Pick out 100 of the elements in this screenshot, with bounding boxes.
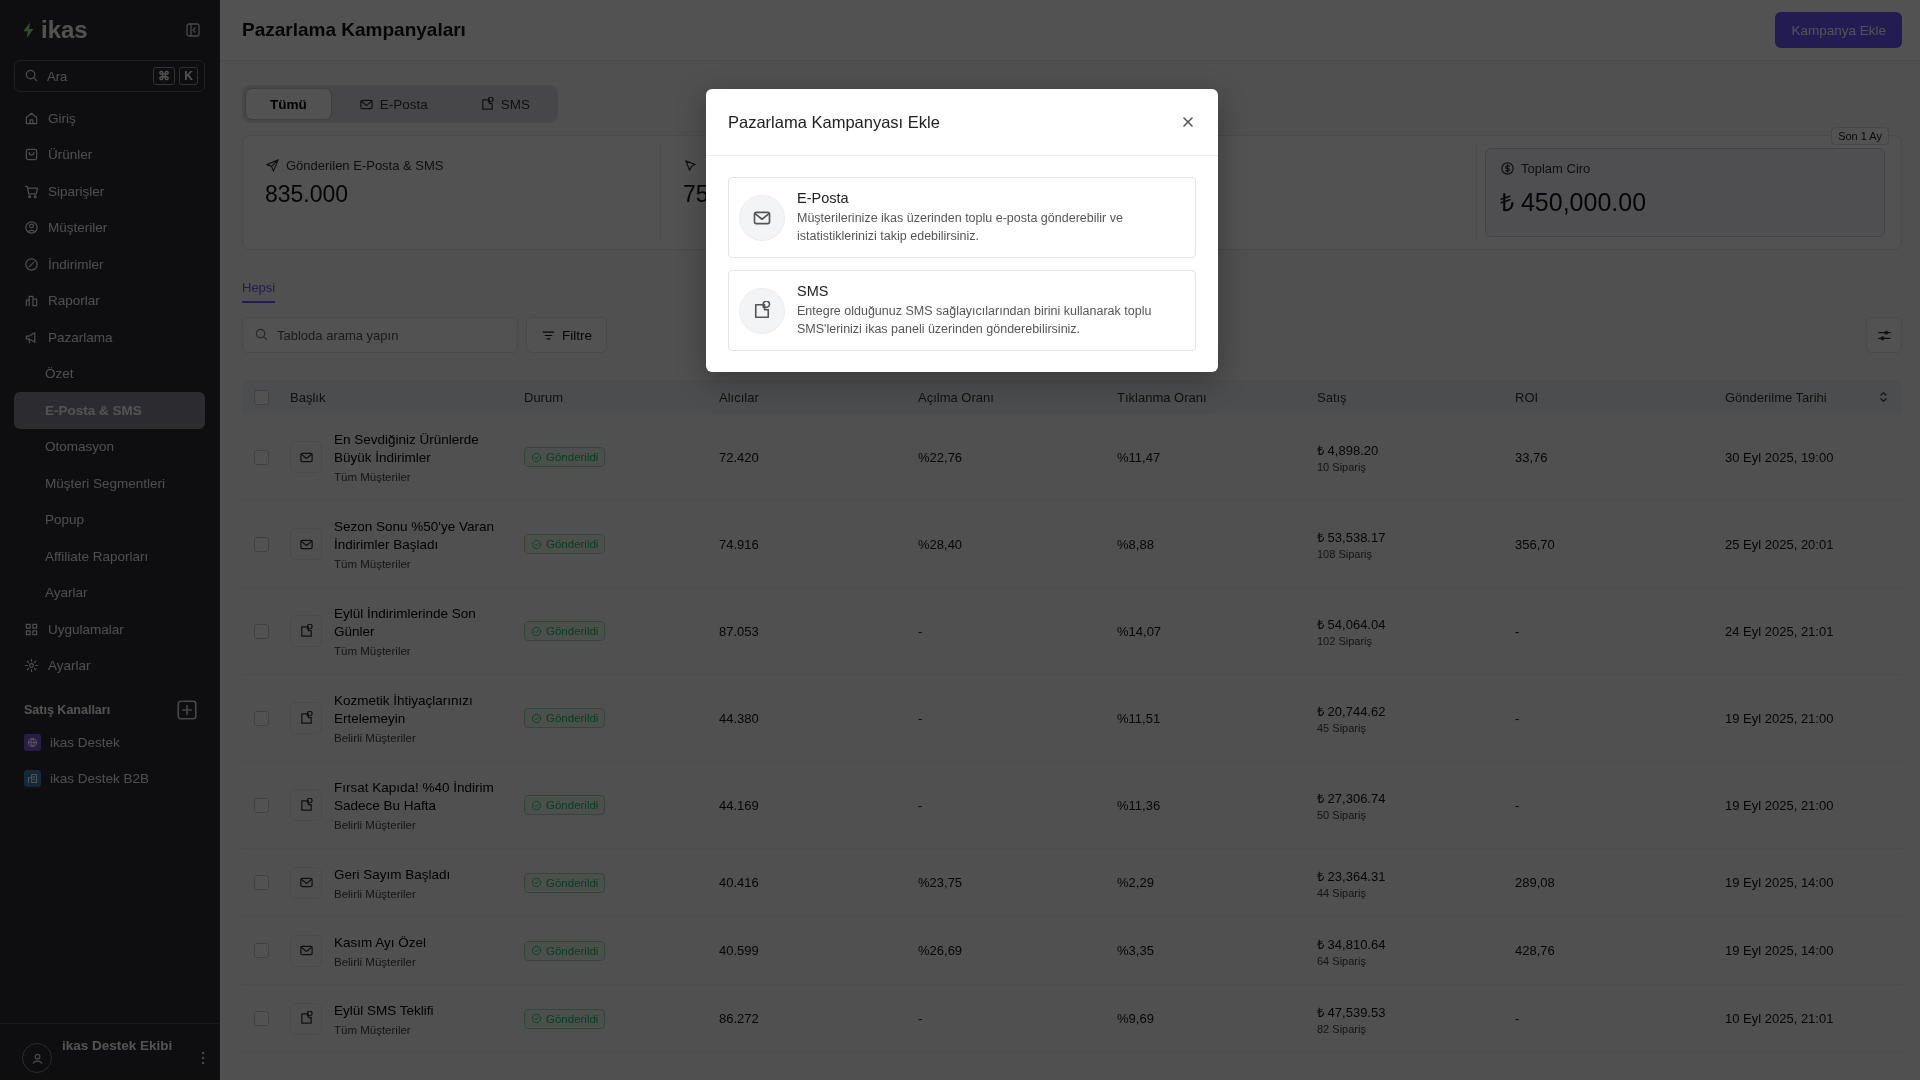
column-header: Açılma Oranı — [918, 389, 994, 405]
apps-icon — [24, 621, 39, 637]
table-cell-text: 86.272 — [719, 1011, 760, 1026]
page-title: Pazarlama Kampanyaları — [242, 19, 466, 41]
table-cell-text: - — [1515, 710, 1521, 726]
status-badge: Gönderildi — [524, 940, 606, 961]
tab[interactable]: SMS — [455, 89, 555, 119]
message-icon — [479, 96, 495, 112]
table-cell-text: 44.169 — [719, 797, 760, 813]
table-cell-text: %11,36 — [1117, 797, 1162, 813]
order-count: 44 Sipariş — [1317, 886, 1367, 899]
sales-amount: ₺ 23,364.31 — [1317, 867, 1387, 885]
sales-amount: ₺ 20,744.62 — [1317, 703, 1387, 720]
envelope-icon — [298, 875, 314, 890]
campaign-title[interactable]: Eylül İndirimlerinde Son Günler — [334, 605, 512, 641]
message-icon — [298, 623, 314, 639]
table-cell-text: - — [1515, 1011, 1521, 1026]
message-icon — [298, 710, 314, 726]
status-badge: Gönderildi — [524, 621, 606, 641]
sidebar-toggle-icon[interactable] — [185, 22, 201, 38]
table-cell-text: - — [918, 1011, 924, 1026]
audience-text: Tüm Müşteriler — [334, 645, 412, 657]
coin-icon — [1500, 161, 1515, 176]
table-cell-text: - — [918, 797, 924, 813]
column-header: Gönderilme Tarihi — [1725, 389, 1827, 405]
ikas-logo[interactable]: ikas — [20, 16, 88, 44]
table-cell-text: %23,75 — [918, 875, 964, 890]
column-header: Durum — [524, 389, 563, 405]
campaign-type-option[interactable]: E-Posta Müşterilerinize ikas üzerinden toplu e-posta gönderebilir ve istatistiklerinizi takip edebilirsiniz. — [728, 177, 1196, 258]
table-cell-text: - — [1515, 797, 1521, 813]
table-cell-text: 19 Eyl 2025, 14:00 — [1725, 943, 1835, 958]
sales-amount: ₺ 47,539.53 — [1317, 1003, 1387, 1021]
table-cell-text: - — [918, 710, 924, 726]
table-cell-text: 428,76 — [1515, 943, 1556, 958]
table-cell-text: 19 Eyl 2025, 14:00 — [1725, 875, 1835, 890]
envelope-icon — [298, 943, 314, 958]
shortcut-key: ⌘ — [153, 67, 176, 85]
campaign-title[interactable]: Kozmetik İhtiyaçlarınızı Ertelemeyin — [334, 692, 512, 728]
sort-icon[interactable] — [1879, 390, 1888, 404]
table-cell-text: %11,51 — [1117, 710, 1162, 726]
audience-text: Tüm Müşteriler — [334, 471, 412, 483]
audience-text: Tüm Müşteriler — [334, 558, 412, 570]
campaign-title[interactable]: Fırsat Kapıda! %40 İndirim Sadece Bu Hafta — [334, 779, 512, 815]
table-cell-text: 24 Eyl 2025, 21:01 — [1725, 623, 1835, 639]
cursor-icon — [683, 158, 698, 173]
status-badge: Gönderildi — [524, 1008, 606, 1029]
message-icon — [298, 797, 314, 813]
tab[interactable]: Tümü — [246, 89, 331, 119]
campaign-title[interactable]: Geri Sayım Başladı — [334, 865, 451, 884]
section-title: Satış Kanalları — [24, 703, 111, 717]
status-badge: Gönderildi — [524, 534, 606, 554]
bag-icon — [24, 147, 39, 163]
audience-text: Belirli Müşteriler — [334, 887, 417, 900]
stat-label: Toplam Ciro — [1521, 161, 1591, 176]
table-cell-text: 25 Eyl 2025, 20:01 — [1725, 536, 1835, 552]
sales-amount: ₺ 27,306.74 — [1317, 790, 1387, 807]
table-cell-text: %3,35 — [1117, 943, 1155, 958]
audience-text: Tüm Müşteriler — [334, 1023, 412, 1036]
table-cell-text: 30 Eyl 2025, 19:00 — [1725, 449, 1835, 465]
table-cell-text: 74.916 — [719, 536, 760, 552]
table-cell-text: 19 Eyl 2025, 21:00 — [1725, 797, 1835, 813]
table-cell-text: 19 Eyl 2025, 21:00 — [1725, 710, 1835, 726]
more-icon[interactable] — [201, 1050, 205, 1066]
audience-text: Belirli Müşteriler — [334, 955, 417, 968]
percent-icon — [24, 256, 39, 272]
table-cell-text: - — [1515, 623, 1521, 639]
order-count: 64 Sipariş — [1317, 954, 1367, 967]
stat-value: 835.000 — [265, 181, 349, 208]
table-cell-text: %22,76 — [918, 449, 964, 465]
column-header: Tıklanma Oranı — [1117, 389, 1207, 405]
tab[interactable]: E-Posta — [334, 89, 452, 119]
filter-button[interactable]: Filtre — [526, 317, 607, 353]
table-cell-text: 33,76 — [1515, 449, 1549, 465]
campaign-type-option[interactable]: SMS Entegre olduğunuz SMS sağlayıcılarından birini kullanarak toplu SMS'lerinizi ikas paneli üzerinden gönderebilirsiniz. — [728, 270, 1196, 351]
sales-amount: ₺ 54,064.04 — [1317, 616, 1387, 633]
table-cell-text: %8,88 — [1117, 536, 1155, 552]
campaign-title[interactable]: Eylül SMS Teklifi — [334, 1001, 434, 1020]
table-cell-text: 40.416 — [719, 875, 760, 890]
stat-label: Gönderilen E-Posta & SMS — [286, 158, 444, 173]
order-count: 45 Sipariş — [1317, 722, 1367, 734]
close-icon[interactable] — [1180, 114, 1196, 130]
sales-amount: ₺ 53,538.17 — [1317, 529, 1387, 546]
status-badge: Gönderildi — [524, 447, 606, 467]
home-icon — [24, 110, 39, 126]
columns-settings-button[interactable] — [1866, 317, 1902, 353]
table-cell-text: 356,70 — [1515, 536, 1556, 552]
order-count: 82 Sipariş — [1317, 1022, 1367, 1035]
send-icon — [265, 158, 280, 173]
table-cell-text: 40.599 — [719, 943, 760, 958]
settings-icon — [24, 658, 39, 674]
column-header: Alıcılar — [719, 389, 759, 405]
add-icon[interactable] — [177, 700, 197, 720]
table-cell-text: 87.053 — [719, 623, 760, 639]
campaign-title[interactable]: En Sevdiğiniz Ürünlerde Büyük İndirimler — [334, 431, 512, 467]
table-cell-text: 289,08 — [1515, 875, 1556, 890]
table-cell-text: %11,47 — [1117, 449, 1162, 465]
table-cell-text: - — [918, 623, 924, 639]
table-cell-text: 10 Eyl 2025, 21:01 — [1725, 1011, 1835, 1026]
campaign-title[interactable]: Kasım Ayı Özel — [334, 933, 427, 952]
campaign-title[interactable]: Sezon Sonu %50'ye Varan İndirimler Başladı — [334, 518, 512, 554]
